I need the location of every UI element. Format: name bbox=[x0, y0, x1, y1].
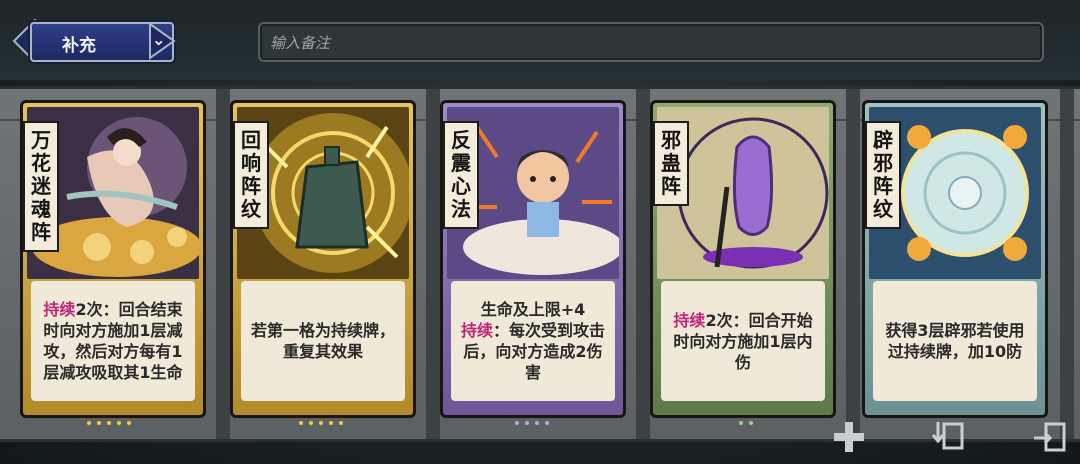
card-description: 持续2次：回合结束时向对方施加1层减攻，然后对方每有1层减攻吸取其1生命 bbox=[31, 281, 195, 401]
card-dots bbox=[512, 410, 552, 425]
tray-divider bbox=[636, 89, 650, 439]
keyword-persistent: 持续 bbox=[673, 310, 706, 330]
card-dots bbox=[736, 410, 756, 425]
card-name: 万花迷魂阵 bbox=[23, 121, 59, 252]
card-dots bbox=[296, 410, 346, 425]
import-deck-icon[interactable] bbox=[930, 418, 968, 456]
tray-divider bbox=[846, 89, 860, 439]
card[interactable]: 万花迷魂阵 持续2次：回合结束时向对方施加1层减攻，然后对方每有1层减攻吸取其1… bbox=[20, 100, 206, 418]
card-name: 反震心法 bbox=[443, 121, 479, 229]
card[interactable]: 邪蛊阵 持续2次：回合开始时向对方施加1层内伤 bbox=[650, 100, 836, 418]
card-name: 回响阵纹 bbox=[233, 121, 269, 229]
card[interactable]: 回响阵纹 若第一格为持续牌，重复其效果 bbox=[230, 100, 416, 418]
card-description: 生命及上限+4 持续：每次受到攻击后，向对方造成2伤害 bbox=[451, 281, 615, 401]
keyword-persistent: 持续 bbox=[43, 300, 76, 319]
card-description: 若第一格为持续牌，重复其效果 bbox=[241, 281, 405, 401]
card[interactable]: 辟邪阵纹 获得3层辟邪若使用过持续牌，加10防 bbox=[862, 100, 1048, 418]
chevron-down-icon[interactable]: ⌄ bbox=[152, 30, 165, 49]
plus-icon[interactable] bbox=[830, 418, 868, 456]
card-name: 邪蛊阵 bbox=[653, 121, 689, 206]
notes-input[interactable] bbox=[268, 30, 1032, 56]
card-description: 获得3层辟邪若使用过持续牌，加10防 bbox=[873, 281, 1037, 401]
notes-field[interactable] bbox=[258, 22, 1044, 62]
dropdown-label: 补充 bbox=[62, 36, 96, 56]
filter-dropdown[interactable]: 补充 ⌄ bbox=[12, 18, 176, 64]
card-dots bbox=[84, 410, 134, 425]
tray-divider bbox=[426, 89, 440, 439]
card[interactable]: 反震心法 生命及上限+4 持续：每次受到攻击后，向对方造成2伤害 bbox=[440, 100, 626, 418]
keyword-persistent: 持续 bbox=[460, 321, 493, 340]
card-name: 辟邪阵纹 bbox=[865, 121, 901, 229]
tray-divider bbox=[1060, 89, 1074, 439]
card-description: 持续2次：回合开始时向对方施加1层内伤 bbox=[661, 281, 825, 401]
export-deck-icon[interactable] bbox=[1030, 418, 1068, 456]
tray-divider bbox=[216, 89, 230, 439]
